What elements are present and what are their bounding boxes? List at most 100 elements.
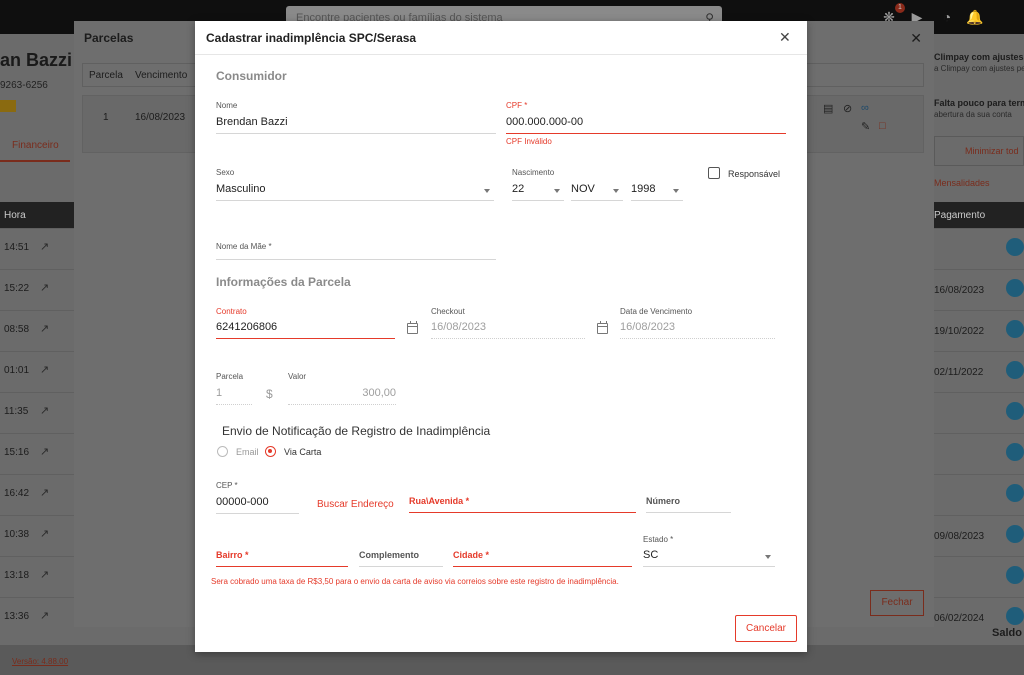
vencimento-value: 16/08/2023	[620, 321, 676, 333]
tab-financeiro[interactable]: Financeiro	[12, 140, 59, 151]
external-link-icon[interactable]: ↗	[40, 322, 49, 335]
cidade-field[interactable]	[453, 553, 632, 567]
nome-field[interactable]: Brendan Bazzi	[216, 111, 496, 134]
numero-field[interactable]	[646, 499, 731, 513]
external-link-icon[interactable]: ↗	[40, 404, 49, 417]
chevron-down-icon	[554, 189, 560, 193]
cep-field[interactable]: 00000-000	[216, 491, 299, 514]
sexo-select[interactable]: Masculino	[216, 178, 494, 201]
row-status-icon[interactable]	[1006, 279, 1024, 297]
dashboard-icon[interactable]: ◔	[938, 8, 956, 26]
contrato-value: 6241206806	[216, 321, 278, 333]
chevron-down-icon	[765, 555, 771, 559]
spc-serasa-modal: Cadastrar inadimplência SPC/Serasa ✕ Con…	[195, 21, 807, 652]
trash-icon[interactable]: □	[879, 120, 886, 132]
chevron-down-icon	[613, 189, 619, 193]
row-parcela: 1	[103, 112, 109, 123]
row-time: 14:51	[4, 242, 30, 253]
patient-tag	[0, 100, 16, 112]
parcela-info-section-title: Informações da Parcela	[216, 275, 351, 289]
close-icon[interactable]: ✕	[910, 30, 922, 47]
row-status-icon[interactable]	[1006, 484, 1024, 502]
currency-symbol: $	[266, 387, 273, 401]
mensalidades-link[interactable]: Mensalidades	[934, 178, 990, 188]
cancel-button[interactable]: Cancelar	[735, 615, 797, 642]
no-bell-icon[interactable]: ⊘	[843, 102, 852, 115]
calendar-icon[interactable]	[597, 321, 608, 334]
row-time: 11:35	[4, 406, 29, 417]
row-time: 15:16	[4, 447, 30, 458]
nome-label: Nome	[216, 101, 238, 110]
email-radio[interactable]	[217, 446, 228, 457]
bell-icon[interactable]: 🔔	[966, 8, 984, 26]
calendar-icon[interactable]	[407, 321, 418, 334]
row-status-icon[interactable]	[1006, 443, 1024, 461]
rua-field[interactable]	[409, 499, 636, 513]
saldo-label: Saldo	[992, 627, 1022, 639]
right-note-title: Climpay com ajustes per	[934, 52, 1024, 62]
external-link-icon[interactable]: ↗	[40, 527, 49, 540]
right-note2-sub: abertura da sua conta	[934, 110, 1012, 119]
row-status-icon[interactable]	[1006, 566, 1024, 584]
fechar-button[interactable]: Fechar	[870, 590, 924, 616]
tab-indicator	[0, 160, 70, 162]
link-icon[interactable]: ∞	[861, 102, 869, 114]
estado-value: SC	[643, 549, 659, 561]
contrato-field[interactable]: 6241206806	[216, 317, 395, 339]
row-payment-date: 09/08/2023	[934, 531, 985, 542]
external-link-icon[interactable]: ↗	[40, 281, 49, 294]
vencimento-field: 16/08/2023	[620, 317, 775, 339]
row-status-icon[interactable]	[1006, 402, 1024, 420]
minimize-all-button[interactable]: Minimizar tod	[934, 136, 1024, 166]
right-note-sub: a Climpay com ajustes pe	[934, 64, 1024, 73]
cpf-value: 000.000.000-00	[506, 116, 584, 128]
row-status-icon[interactable]	[1006, 320, 1024, 338]
cpf-field[interactable]: 000.000.000-00	[506, 111, 786, 134]
notification-section-title: Envio de Notificação de Registro de Inad…	[222, 424, 491, 438]
estado-select[interactable]: SC	[643, 545, 775, 567]
nome-value: Brendan Bazzi	[216, 116, 288, 128]
nascimento-day-select[interactable]: 22	[512, 178, 564, 201]
row-payment-date: 02/11/2022	[934, 367, 984, 378]
external-link-icon[interactable]: ↗	[40, 486, 49, 499]
consumidor-section-title: Consumidor	[216, 69, 287, 83]
pagamento-header: Pagamento	[934, 210, 986, 221]
responsavel-checkbox[interactable]	[708, 167, 720, 179]
row-time: 08:58	[4, 324, 30, 335]
row-status-icon[interactable]	[1006, 607, 1024, 625]
chat-icon[interactable]: ▤	[823, 102, 833, 115]
version-link[interactable]: Versão: 4.88.00	[12, 657, 68, 666]
complemento-field[interactable]	[359, 553, 443, 567]
external-link-icon[interactable]: ↗	[40, 240, 49, 253]
nascimento-month-select[interactable]: NOV	[571, 178, 623, 201]
right-note2-title: Falta pouco para term	[934, 98, 1024, 108]
external-link-icon[interactable]: ↗	[40, 445, 49, 458]
row-vencimento: 16/08/2023	[135, 112, 186, 123]
modal-title: Cadastrar inadimplência SPC/Serasa	[206, 31, 417, 45]
cep-value: 00000-000	[216, 496, 269, 508]
close-icon[interactable]: ✕	[779, 29, 791, 46]
row-status-icon[interactable]	[1006, 238, 1024, 256]
row-status-icon[interactable]	[1006, 361, 1024, 379]
row-status-icon[interactable]	[1006, 525, 1024, 543]
parcelas-title: Parcelas	[84, 31, 134, 45]
nome-mae-field[interactable]	[216, 246, 496, 260]
nascimento-year-select[interactable]: 1998	[631, 178, 683, 201]
nascimento-year: 1998	[631, 183, 656, 195]
bairro-field[interactable]	[216, 553, 348, 567]
row-time: 10:38	[4, 529, 30, 540]
external-link-icon[interactable]: ↗	[40, 568, 49, 581]
edit-icon[interactable]: ✎	[861, 120, 870, 133]
sexo-label: Sexo	[216, 168, 235, 177]
external-link-icon[interactable]: ↗	[40, 363, 49, 376]
parcela-value: 1	[216, 387, 223, 399]
via-carta-radio[interactable]	[265, 446, 276, 457]
row-payment-date: 06/02/2024	[934, 613, 985, 624]
nascimento-day: 22	[512, 183, 525, 195]
buscar-endereco-button[interactable]: Buscar Endereço	[317, 499, 394, 510]
external-link-icon[interactable]: ↗	[40, 609, 49, 622]
responsavel-label: Responsável	[728, 169, 781, 179]
valor-label: Valor	[288, 372, 307, 381]
parcela-field: 1	[216, 382, 252, 405]
contrato-label: Contrato	[216, 307, 247, 316]
